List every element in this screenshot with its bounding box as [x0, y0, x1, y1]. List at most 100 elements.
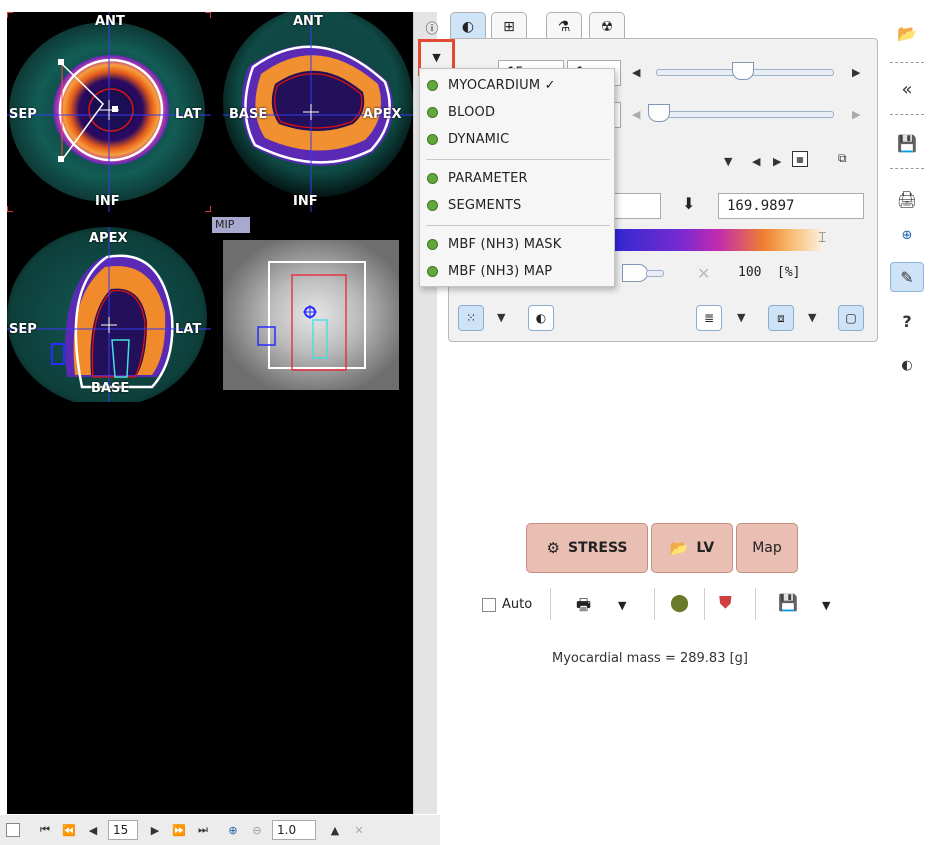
zoom-out-icon[interactable]: ⊖: [248, 821, 266, 839]
label-inf: INF: [95, 194, 120, 209]
menu-item-blood[interactable]: BLOOD: [420, 100, 614, 124]
opacity-x-icon[interactable]: ✕: [697, 264, 710, 283]
save-icon[interactable]: 💾: [778, 593, 798, 612]
list-button[interactable]: ≣: [696, 305, 722, 331]
chevron-down-icon: ▼: [432, 51, 441, 64]
list-dropdown-icon[interactable]: ▼: [737, 311, 745, 324]
stress-button[interactable]: ⚙ STRESS: [526, 523, 648, 573]
opacity-track[interactable]: [646, 270, 664, 277]
menu-item-dynamic[interactable]: DYNAMIC: [420, 127, 614, 151]
map-button[interactable]: Map: [736, 523, 798, 573]
last-slice-icon[interactable]: ⏭: [194, 821, 212, 839]
stress-label: STRESS: [567, 540, 628, 556]
copy-lut-icon[interactable]: ⧉: [838, 151, 847, 166]
print-icon[interactable]: 🖨: [890, 184, 924, 214]
upper-value-field[interactable]: 169.9897: [718, 193, 864, 219]
tab-contrast[interactable]: ◐: [450, 12, 486, 40]
menu-item-parameter[interactable]: PARAMETER: [420, 166, 614, 190]
print-dropdown-icon[interactable]: ▼: [618, 599, 626, 612]
toolbar-separator: [890, 114, 924, 115]
checker-icon[interactable]: ▦: [792, 151, 808, 167]
viewport-short-axis[interactable]: ANT INF SEP LAT: [7, 12, 211, 212]
myocardial-mass-text: Myocardial mass = 289.83 [g]: [551, 651, 748, 666]
fast-forward-icon[interactable]: ⏩: [170, 821, 188, 839]
fusion-button[interactable]: ◐: [528, 305, 554, 331]
next-slice-icon[interactable]: ▶: [146, 821, 164, 839]
viewport-vertical-long-axis[interactable]: APEX BASE SEP LAT: [7, 227, 211, 402]
lut-prev-icon[interactable]: ◀: [752, 155, 760, 168]
menu-item-label: DYNAMIC: [448, 131, 510, 147]
contrast-toggle-icon[interactable]: ◐: [890, 350, 924, 380]
zoom-input[interactable]: 1.0: [272, 820, 316, 840]
save-icon[interactable]: 💾: [890, 128, 924, 158]
print-icon[interactable]: 🖶: [576, 594, 591, 621]
image-viewer[interactable]: ANT INF SEP LAT ANT INF BASE APEX APEX B…: [7, 12, 413, 814]
slider2-knob[interactable]: [648, 104, 670, 122]
close-icon[interactable]: ✕: [350, 821, 368, 839]
menu-item-segments[interactable]: SEGMENTS: [420, 193, 614, 217]
tab-tools[interactable]: ⚗: [546, 12, 582, 40]
status-dot-icon: [427, 172, 438, 184]
zoom-icon[interactable]: ⊕: [890, 220, 924, 250]
label-lat: LAT: [175, 322, 202, 337]
colorbar-end-icon[interactable]: ⌶: [818, 230, 826, 246]
viewport-horizontal-long-axis[interactable]: ANT INF BASE APEX: [223, 12, 413, 212]
output-toolbar: Auto 🖶 ▼ ⬤ ⛊ 💾 ▼: [478, 588, 838, 624]
layout-button[interactable]: ⁙: [458, 305, 484, 331]
lut-next-icon[interactable]: ▶: [773, 155, 781, 168]
menu-item-mbf-map[interactable]: MBF (NH3) MAP: [420, 259, 614, 283]
status-dot-icon: [427, 238, 438, 250]
info-icon[interactable]: ⓘ: [419, 14, 445, 40]
vol-button[interactable]: ⧈: [768, 305, 794, 331]
menu-item-label: PARAMETER: [448, 170, 528, 186]
segmentation-menu: MYOCARDIUM ✓ BLOOD DYNAMIC PARAMETER SEG…: [419, 68, 615, 287]
label-inf: INF: [293, 194, 318, 209]
tools-toggle-icon[interactable]: ✎: [890, 262, 924, 292]
prev-slice-icon[interactable]: ◀: [84, 821, 102, 839]
help-icon[interactable]: ?: [890, 306, 924, 336]
side-toolbar: 📂 « 💾 🖨 ⊕ ✎ ? ◐: [884, 12, 936, 402]
viewport-mip[interactable]: [223, 240, 399, 390]
label-sep: SEP: [9, 107, 37, 122]
status-dot-icon: [427, 199, 438, 211]
zoom-in-icon[interactable]: ⊕: [224, 821, 242, 839]
heart-3d-icon[interactable]: ⬤: [670, 593, 689, 613]
sync-checkbox[interactable]: [6, 823, 20, 837]
slider1-right-icon[interactable]: ▶: [852, 66, 860, 79]
auto-checkbox[interactable]: [482, 598, 496, 612]
layout-dropdown-icon[interactable]: ▼: [497, 311, 505, 324]
save-dropdown-icon[interactable]: ▼: [822, 599, 830, 612]
fast-back-icon[interactable]: ⏪: [60, 821, 78, 839]
thumb-icon[interactable]: ⬇: [682, 194, 695, 213]
slider2-left-icon[interactable]: ◀: [632, 108, 640, 121]
slider2-right-icon[interactable]: ▶: [852, 108, 860, 121]
lut-dropdown-icon[interactable]: ▼: [724, 155, 732, 168]
slider1-knob[interactable]: [732, 62, 754, 80]
contour-button[interactable]: ▢: [838, 305, 864, 331]
vol-dropdown-icon[interactable]: ▼: [808, 311, 816, 324]
stress-icon: ⚙: [546, 539, 560, 557]
list-icon: ≣: [703, 311, 715, 325]
first-slice-icon[interactable]: ⏮: [36, 821, 54, 839]
polar-map-icon[interactable]: ⛊: [719, 593, 732, 613]
menu-item-mbf-mask[interactable]: MBF (NH3) MASK: [420, 232, 614, 256]
slider2-track[interactable]: [656, 111, 834, 118]
open-folder-icon[interactable]: 📂: [890, 18, 924, 48]
slice-input[interactable]: 15: [108, 820, 138, 840]
tools-icon: ⚗: [557, 18, 571, 35]
menu-item-label: SEGMENTS: [448, 197, 522, 213]
auto-label: Auto: [502, 597, 533, 612]
lv-button[interactable]: 📂 LV: [651, 523, 733, 573]
tab-grid[interactable]: ⊞: [491, 12, 527, 40]
slider1-left-icon[interactable]: ◀: [632, 66, 640, 79]
opacity-knob[interactable]: [622, 264, 648, 282]
menu-item-myocardium[interactable]: MYOCARDIUM ✓: [420, 73, 614, 97]
tab-radiation[interactable]: ☢: [589, 12, 625, 40]
grid-icon: ⊞: [503, 18, 515, 35]
collapse-up-icon[interactable]: ▲: [326, 821, 344, 839]
label-sep: SEP: [9, 322, 37, 337]
vertical-long-axis-image: [7, 227, 211, 402]
collapse-left-icon[interactable]: «: [890, 74, 924, 104]
label-base: BASE: [229, 107, 268, 122]
toolbar-divider: [755, 588, 756, 620]
